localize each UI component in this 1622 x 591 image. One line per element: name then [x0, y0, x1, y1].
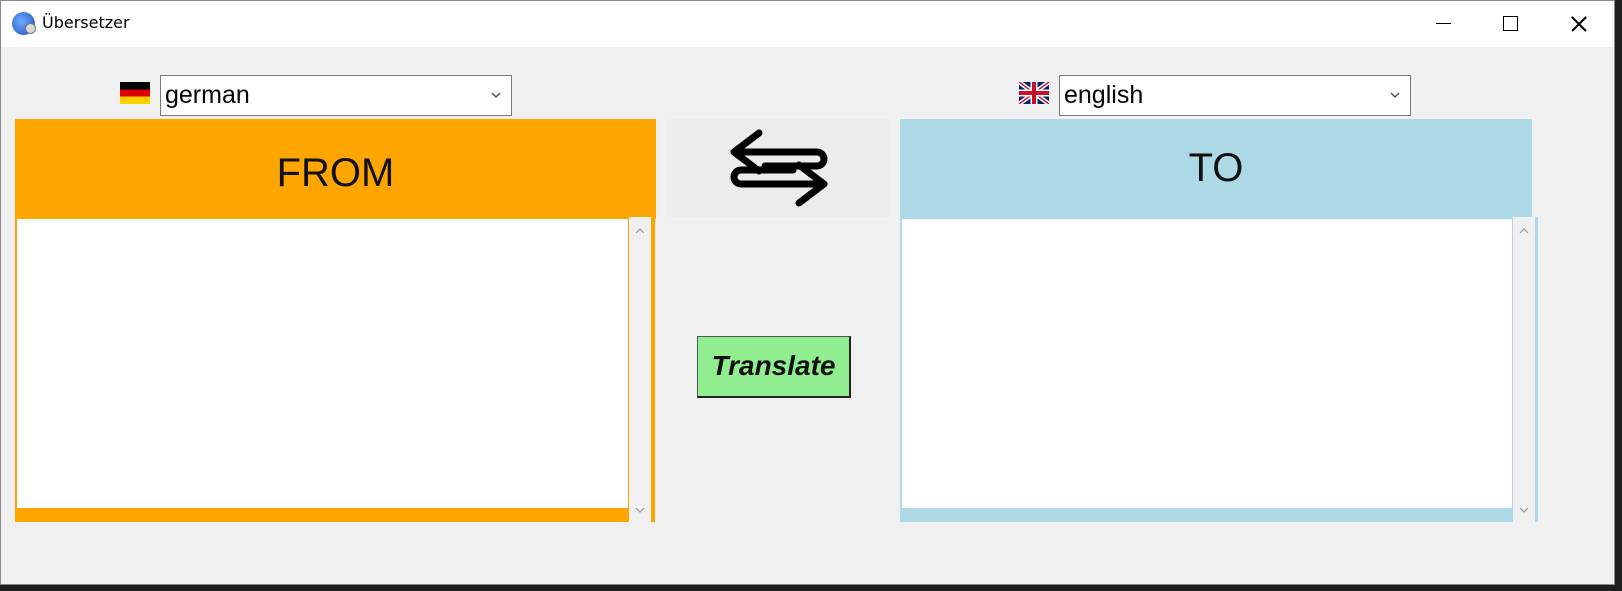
minimize-button[interactable]: [1408, 1, 1476, 47]
source-language-select[interactable]: german: [160, 75, 512, 116]
swap-languages-button[interactable]: [667, 119, 891, 217]
app-globe-icon: [12, 12, 36, 35]
source-text-panel: [15, 217, 655, 522]
uk-flag-icon: [1019, 82, 1049, 104]
scroll-up-icon[interactable]: [1519, 227, 1529, 235]
chevron-down-icon: [1390, 92, 1400, 98]
scroll-up-icon[interactable]: [635, 227, 645, 235]
source-language-value: german: [165, 81, 250, 109]
german-flag-icon: [120, 82, 150, 104]
to-header: TO: [900, 119, 1532, 219]
maximize-button[interactable]: [1476, 1, 1544, 47]
translator-window: Übersetzer german english FROM TO Transl: [0, 0, 1615, 585]
swap-arrows-icon: [730, 129, 828, 207]
source-scrollbar[interactable]: [629, 217, 651, 522]
translate-button[interactable]: Translate: [697, 336, 851, 398]
from-header: FROM: [15, 119, 656, 219]
source-text-input[interactable]: [17, 219, 628, 508]
target-text-output[interactable]: [902, 219, 1512, 508]
window-title: Übersetzer: [42, 13, 130, 32]
target-language-value: english: [1064, 81, 1144, 109]
close-button[interactable]: [1544, 1, 1612, 47]
scroll-down-icon[interactable]: [635, 506, 645, 514]
target-text-panel: [900, 217, 1538, 522]
scroll-down-icon[interactable]: [1519, 506, 1529, 514]
target-scrollbar[interactable]: [1513, 217, 1535, 522]
target-language-select[interactable]: english: [1059, 75, 1411, 116]
chevron-down-icon: [491, 92, 501, 98]
title-bar: Übersetzer: [1, 1, 1614, 47]
